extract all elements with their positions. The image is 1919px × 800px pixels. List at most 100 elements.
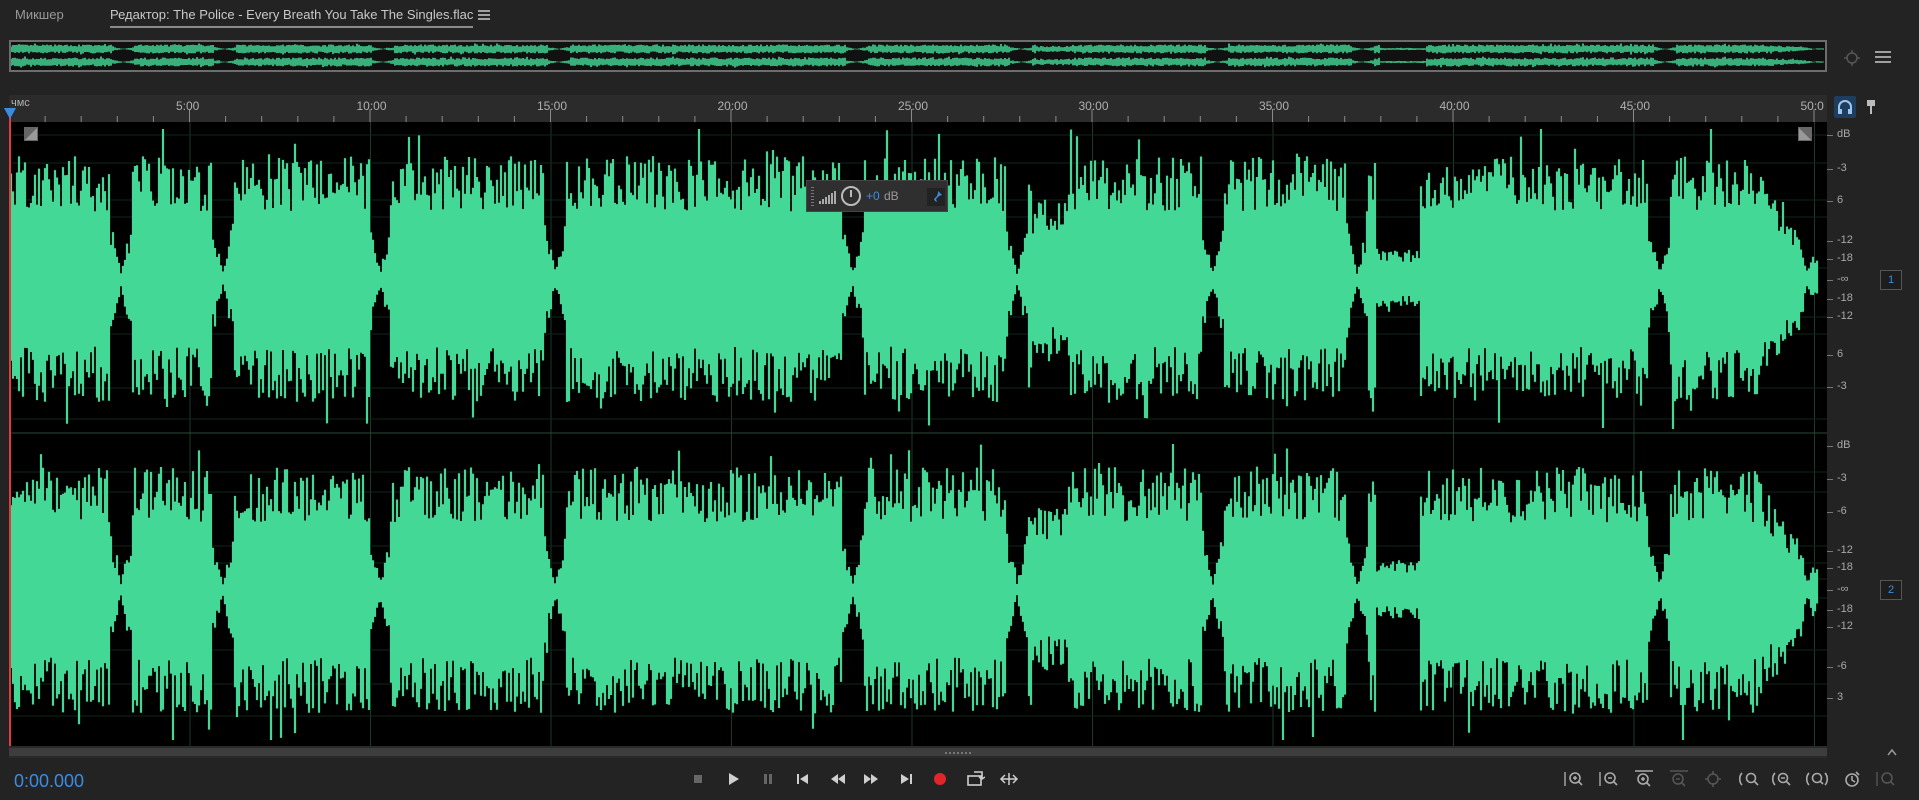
fade-in-handle[interactable]	[24, 127, 38, 141]
loop-icon[interactable]	[962, 768, 988, 790]
db-label: -12	[1837, 310, 1853, 322]
zoom-out-full-icon[interactable]	[1838, 768, 1866, 790]
db-label: -18	[1837, 561, 1853, 573]
record-icon[interactable]	[927, 768, 953, 790]
volume-unit: dB	[884, 189, 899, 203]
ruler-tick-label: 20:00	[718, 99, 748, 113]
db-label: -∞	[1837, 273, 1849, 285]
chevron-up-icon[interactable]	[1885, 746, 1899, 758]
time-ruler[interactable]: 5:00 10:00 15:00 20:00 25:00 30:00 35:00 40:00 4…	[9, 95, 1827, 122]
list-icon[interactable]	[1871, 46, 1895, 70]
playhead-line[interactable]	[9, 114, 11, 746]
ruler-tick-label: 40:00	[1440, 99, 1470, 113]
skip-end-icon[interactable]	[893, 768, 919, 790]
db-tick	[1827, 667, 1833, 668]
db-label: dB	[1837, 439, 1851, 451]
ruler-tick-label: 5:00	[176, 99, 200, 113]
db-tick	[1827, 627, 1833, 628]
tab-mixer[interactable]: Микшер	[15, 0, 64, 32]
db-label: -3	[1837, 162, 1847, 174]
waveform-display[interactable]	[9, 122, 1827, 746]
fade-out-handle[interactable]	[1798, 127, 1812, 141]
zoom-out-amplitude-icon[interactable]	[1595, 768, 1623, 790]
db-label: -18	[1837, 603, 1853, 615]
fast-forward-icon[interactable]	[858, 768, 884, 790]
db-label: -3	[1837, 472, 1847, 484]
play-icon[interactable]	[720, 768, 746, 790]
waveform-graphic	[9, 122, 1827, 746]
db-tick	[1827, 280, 1833, 281]
db-tick	[1827, 241, 1833, 242]
zoom-selection-icon[interactable]	[1840, 47, 1864, 69]
db-tick	[1827, 446, 1833, 447]
db-label: 6	[1837, 194, 1844, 206]
db-tick	[1827, 387, 1833, 388]
db-tick	[1827, 169, 1833, 170]
amplitude-scale[interactable]: dB -3 6 -12 -18 -∞ -18 -12 6 -3 dB -3 -6 -12 -18 -∞ -18 -…	[1827, 122, 1877, 746]
headphone-icon[interactable]	[1834, 96, 1856, 118]
db-label: -6	[1837, 660, 1847, 672]
time-ruler-graphic: 5:00 10:00 15:00 20:00 25:00 30:00 35:00 40:00 4…	[9, 99, 1824, 122]
scrollbar-thumb[interactable]	[9, 748, 1827, 756]
zoom-in-amplitude-icon[interactable]	[1560, 768, 1588, 790]
tab-editor-label: Редактор: The Police - Every Breath You …	[110, 7, 474, 22]
tab-editor[interactable]: Редактор: The Police - Every Breath You …	[110, 0, 474, 32]
zoom-reset-icon[interactable]	[1872, 768, 1900, 790]
skip-selection-icon[interactable]	[996, 768, 1022, 790]
rewind-icon[interactable]	[825, 768, 851, 790]
db-tick	[1827, 299, 1833, 300]
pause-icon[interactable]	[755, 768, 781, 790]
ruler-tick-label: 10:00	[357, 99, 387, 113]
db-tick	[1827, 355, 1833, 356]
horizontal-scrollbar[interactable]	[9, 746, 1827, 758]
scrollbar-grip[interactable]	[945, 752, 973, 754]
overview-channel-2	[11, 56, 1824, 68]
db-tick	[1827, 590, 1833, 591]
waveform-channel-1	[9, 129, 1819, 429]
db-tick	[1827, 610, 1833, 611]
db-tick	[1827, 135, 1833, 136]
channel-2-badge[interactable]: 2	[1880, 580, 1902, 600]
zoom-in-time-icon[interactable]	[1630, 768, 1658, 790]
channel-1-badge[interactable]: 1	[1880, 270, 1902, 290]
volume-hud[interactable]: +0 dB	[806, 180, 948, 212]
overview-channel-1	[11, 43, 1824, 55]
tab-menu-icon[interactable]	[478, 8, 490, 22]
db-label: -12	[1837, 544, 1853, 556]
db-tick	[1827, 551, 1833, 552]
db-tick	[1827, 512, 1833, 513]
db-label: -12	[1837, 620, 1853, 632]
tab-bar: Микшер Редактор: The Police - Every Brea…	[0, 0, 1919, 32]
volume-knob[interactable]	[841, 186, 861, 206]
stop-icon[interactable]	[685, 768, 711, 790]
db-label: 3	[1837, 691, 1844, 703]
tab-editor-underline	[110, 26, 474, 28]
zoom-selection-icon[interactable]	[1735, 768, 1763, 790]
db-label: -18	[1837, 292, 1853, 304]
marker-icon[interactable]	[1860, 96, 1882, 118]
db-tick	[1827, 201, 1833, 202]
ruler-tick-label: 45:00	[1620, 99, 1650, 113]
playhead-handle[interactable]	[4, 108, 16, 119]
ruler-tick-label: 15:00	[537, 99, 567, 113]
zoom-out-time-icon[interactable]	[1665, 768, 1693, 790]
db-label: -6	[1837, 505, 1847, 517]
pin-icon[interactable]	[927, 188, 945, 206]
db-tick	[1827, 259, 1833, 260]
db-label: -3	[1837, 380, 1847, 392]
level-meter-icon	[819, 191, 836, 204]
ruler-tick-label: 25:00	[898, 99, 928, 113]
zoom-in-right-icon[interactable]	[1802, 768, 1830, 790]
time-display[interactable]: 0:00.000	[14, 771, 84, 792]
zoom-in-left-icon[interactable]	[1768, 768, 1796, 790]
zoom-full-icon[interactable]	[1700, 768, 1728, 790]
volume-value[interactable]: +0	[866, 189, 880, 203]
hud-grip-handle[interactable]	[811, 187, 814, 207]
skip-start-icon[interactable]	[790, 768, 816, 790]
overview-waveform[interactable]	[9, 40, 1827, 72]
db-label: dB	[1837, 128, 1851, 140]
db-label: 6	[1837, 348, 1844, 360]
db-label: -12	[1837, 234, 1853, 246]
db-tick	[1827, 568, 1833, 569]
db-label: -∞	[1837, 583, 1849, 595]
